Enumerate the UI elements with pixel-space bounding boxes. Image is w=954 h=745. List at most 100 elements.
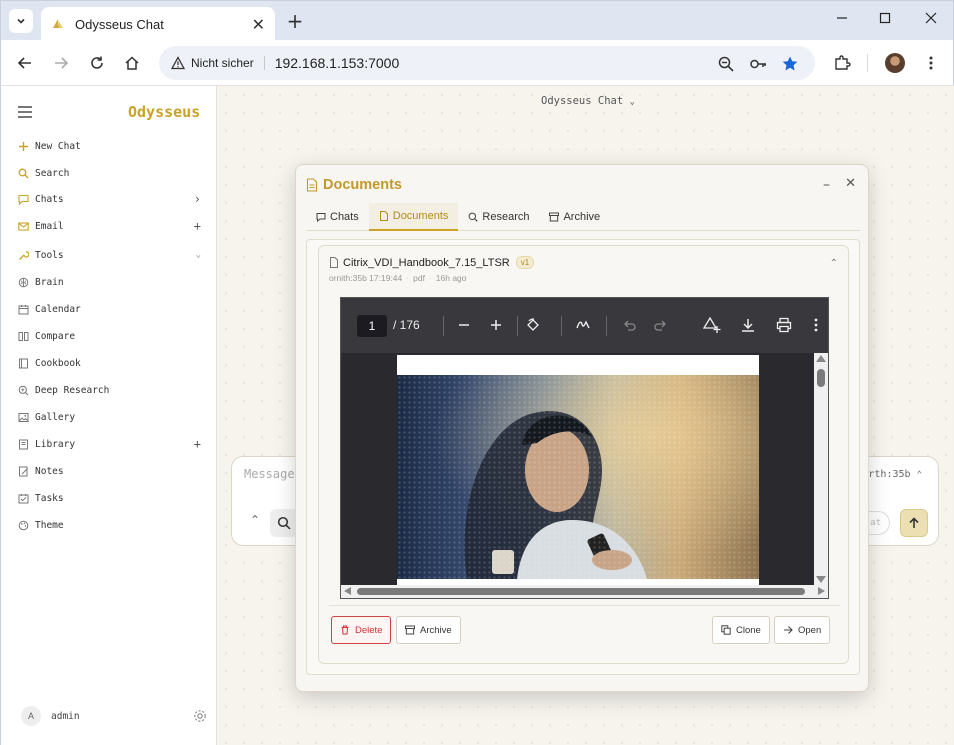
chevron-down-icon[interactable]: ⌄ [196,250,201,260]
sidebar-item-tasks[interactable]: Tasks [17,488,207,508]
composer-model-selector[interactable]: rth:35b ⌃ [868,469,922,480]
brand-logo-text[interactable]: Odysseus [128,103,200,121]
browser-tab[interactable]: Odysseus Chat ✕ [41,7,275,41]
pdf-viewer: 1 / 176 [340,297,829,599]
tab-chats[interactable]: Chats [306,203,369,231]
open-button[interactable]: Open [774,616,831,644]
zoom-out-icon[interactable] [717,55,735,73]
reload-button[interactable] [85,51,109,75]
tab-documents[interactable]: Documents [368,203,459,231]
security-indicator[interactable]: Nicht sicher [191,56,265,70]
pdf-redo-button[interactable] [652,316,670,334]
hamburger-menu-icon[interactable] [18,106,32,121]
address-bar[interactable]: Nicht sicher 192.168.1.153:7000 [159,46,815,80]
sidebar-item-notes[interactable]: Notes [17,461,207,481]
wrench-icon [17,249,29,261]
sidebar-item-compare[interactable]: Compare [17,326,207,346]
pdf-zoom-out-button[interactable] [455,316,473,334]
tab-close-icon[interactable]: ✕ [252,15,265,34]
modal-title: Documents [323,177,402,193]
pdf-undo-button[interactable] [620,316,638,334]
trash-icon [340,625,350,635]
avatar[interactable]: A [21,706,41,726]
pdf-rotate-button[interactable] [524,316,542,334]
message-input[interactable]: Message [244,467,295,481]
model-selector[interactable]: Odysseus Chat ⌄ [541,95,635,107]
document-meta: ornith:35b 17:19:44 · pdf · 16h ago [329,273,467,283]
search-icon [277,516,291,530]
close-modal-button[interactable]: ✕ [845,176,856,191]
brain-icon [17,276,29,288]
document-header[interactable]: Citrix_VDI_Handbook_7.15_LTSR v1 [329,256,535,269]
scroll-up-arrow-icon[interactable] [816,355,826,362]
pdf-print-button[interactable] [775,316,793,334]
expand-up-icon[interactable]: ⌃ [250,513,260,527]
pdf-page-number-input[interactable]: 1 [357,315,387,337]
browser-menu-button[interactable] [919,51,943,75]
rotate-icon [527,318,539,331]
maximize-window-button[interactable] [875,10,895,28]
clone-button[interactable]: Clone [712,616,770,644]
sidebar-item-new-chat[interactable]: New Chat [17,136,207,156]
minimize-window-button[interactable] [832,10,852,28]
archive-button[interactable]: Archive [396,616,461,644]
settings-gear-icon[interactable] [193,709,207,723]
sidebar-item-label: Calendar [35,303,81,315]
bookmark-star-icon[interactable] [781,55,799,73]
pdf-vertical-scrollbar[interactable] [814,353,828,585]
tab-archive[interactable]: Archive [539,203,610,231]
home-button[interactable] [120,51,144,75]
sidebar-item-brain[interactable]: Brain [17,272,207,292]
pdf-draw-button[interactable] [574,316,592,334]
pdf-download-button[interactable] [739,316,757,334]
pdf-horizontal-scrollbar[interactable] [341,585,828,598]
delete-button[interactable]: Delete [331,616,392,644]
shape-add-icon [703,316,721,333]
pdf-zoom-in-button[interactable] [487,316,505,334]
pdf-more-button[interactable] [811,316,821,334]
extensions-button[interactable] [830,51,854,75]
sidebar-item-deep-research[interactable]: Deep Research [17,380,207,400]
sidebar-item-cookbook[interactable]: Cookbook [17,353,207,373]
scroll-down-arrow-icon[interactable] [816,576,826,583]
redo-icon [654,320,666,331]
chevron-right-icon[interactable]: › [194,192,201,206]
collapse-chevron-up-icon[interactable]: ⌃ [830,258,838,269]
tab-research[interactable]: Research [458,203,539,231]
send-button[interactable] [900,509,928,537]
new-tab-button[interactable]: + [285,10,305,32]
back-button[interactable] [13,51,37,75]
tab-label: Chats [330,211,359,223]
sidebar-item-search[interactable]: Search [17,163,207,183]
minimize-modal-button[interactable]: – [823,177,830,193]
sidebar-item-library[interactable]: Library + [17,434,207,454]
add-library-button[interactable]: + [194,437,201,451]
document-icon [306,178,318,192]
sidebar-item-gallery[interactable]: Gallery [17,407,207,427]
pdf-canvas[interactable] [341,353,814,585]
sidebar-item-chats[interactable]: Chats › [17,189,207,209]
tab-search-button[interactable] [9,9,33,33]
profile-avatar[interactable] [885,53,905,73]
toolbar-divider [606,316,607,336]
sidebar-item-tools[interactable]: Tools ⌄ [17,245,207,265]
scrollbar-thumb[interactable] [357,588,805,595]
composer-search-button[interactable] [270,509,298,537]
close-window-button[interactable] [921,10,941,28]
key-icon[interactable] [749,55,767,73]
scroll-right-arrow-icon[interactable] [818,587,825,595]
add-email-button[interactable]: + [194,219,201,233]
document-card: Citrix_VDI_Handbook_7.15_LTSR v1 ornith:… [318,245,849,664]
url-text[interactable]: 192.168.1.153:7000 [275,55,400,71]
scrollbar-thumb[interactable] [817,369,825,387]
scroll-left-arrow-icon[interactable] [344,587,351,595]
pdf-add-shape-button[interactable] [703,316,721,334]
sidebar-item-calendar[interactable]: Calendar [17,299,207,319]
tab-label: Archive [563,211,601,223]
sidebar-item-theme[interactable]: Theme [17,515,207,535]
forward-button[interactable] [49,51,73,75]
username[interactable]: admin [51,711,193,722]
minus-icon [459,324,469,326]
sidebar-item-email[interactable]: Email + [17,216,207,236]
warning-triangle-icon [171,56,185,70]
